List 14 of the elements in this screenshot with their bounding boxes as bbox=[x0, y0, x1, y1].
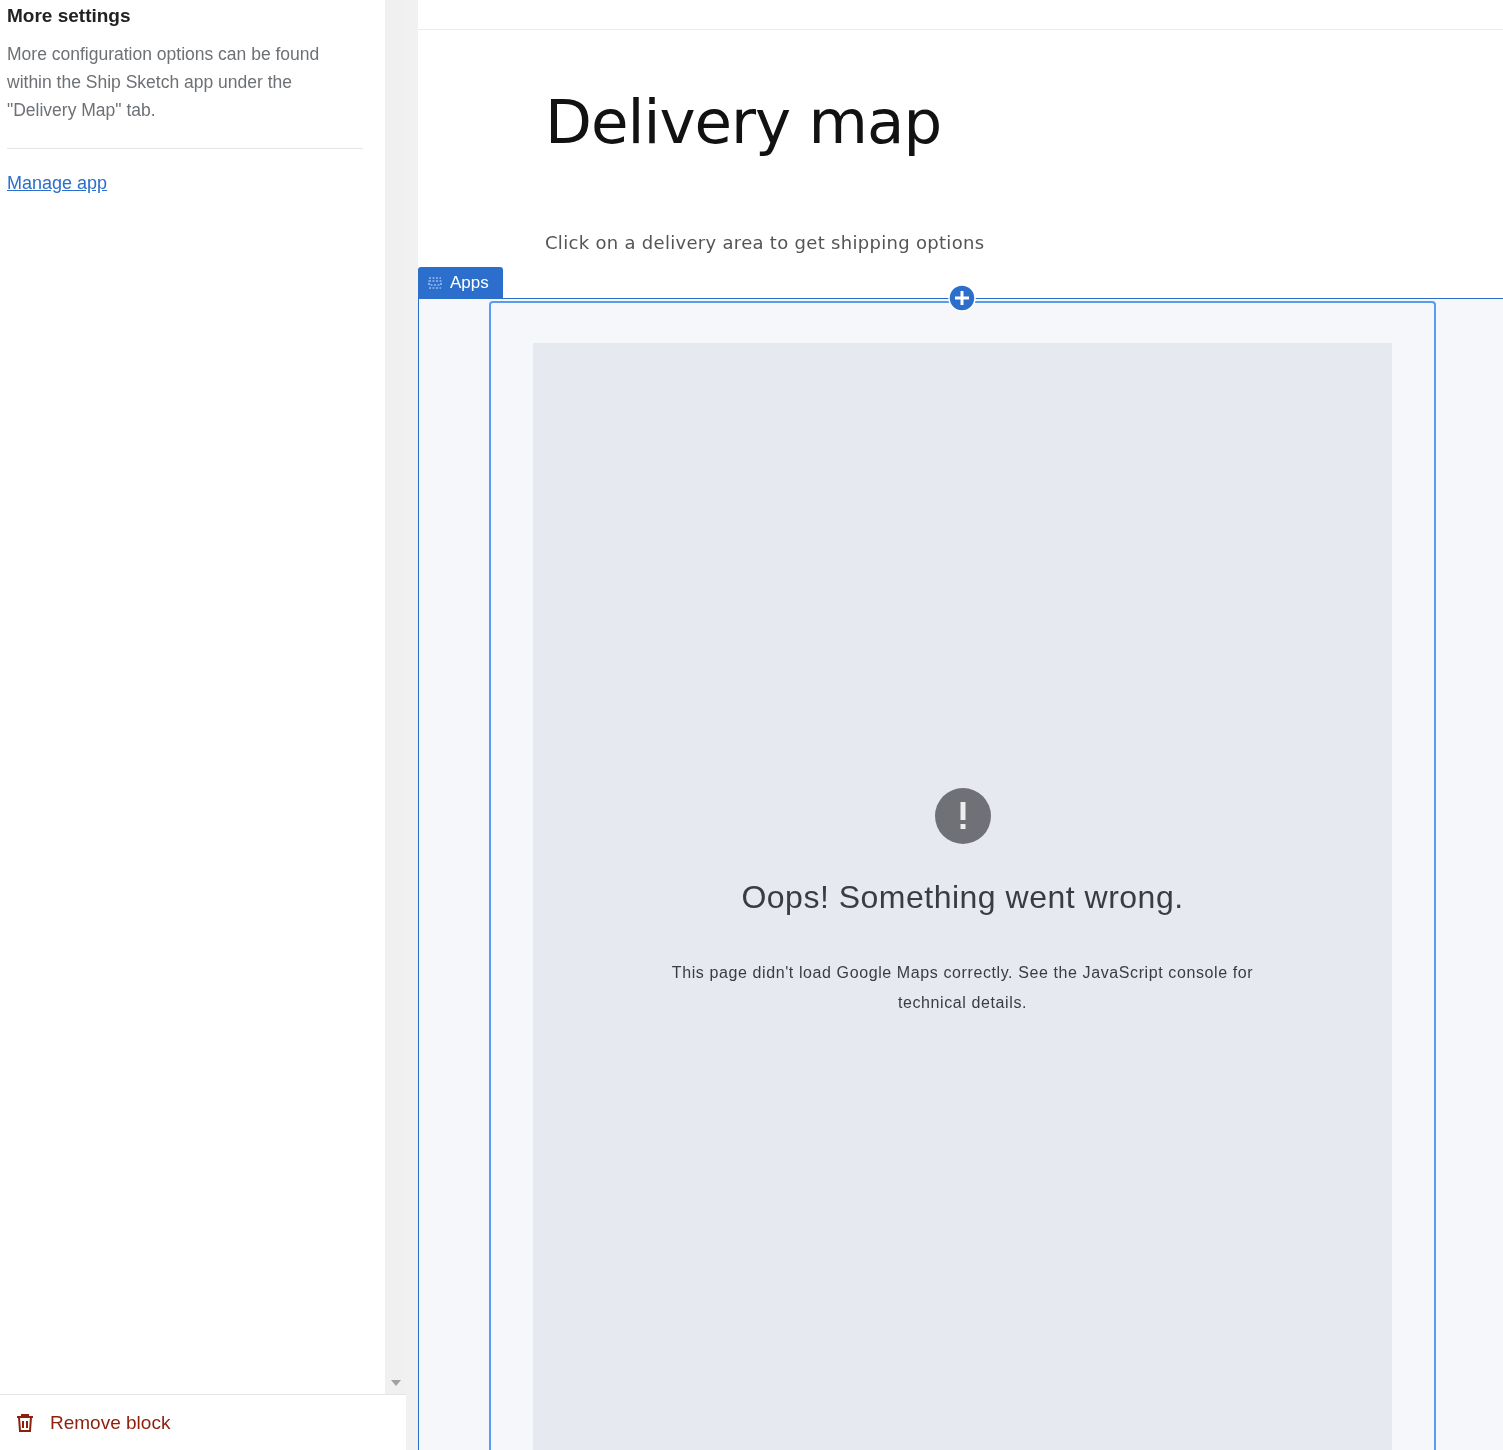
scrollbar[interactable] bbox=[385, 0, 406, 1394]
page-title: Delivery map bbox=[545, 85, 943, 159]
description-text: More configuration options can be found within the Ship Sketch app under the "Delivery Map" tab. bbox=[7, 43, 321, 122]
manage-app-link[interactable]: Manage app bbox=[7, 173, 108, 193]
page-subtitle: Click on a delivery area to get shipping options bbox=[545, 232, 986, 253]
scroll-down-icon[interactable] bbox=[390, 1380, 401, 1386]
error-heading: Oops! Something went wrong. bbox=[741, 879, 1184, 916]
error-message: This page didn't load Google Maps correctly. See the JavaScript console for technical details. bbox=[670, 963, 1255, 1013]
add-icon[interactable] bbox=[948, 284, 976, 312]
apps-tab[interactable]: Apps bbox=[418, 267, 503, 298]
block-icon bbox=[428, 276, 442, 289]
alert-icon bbox=[933, 787, 992, 845]
section-title: More settings bbox=[7, 4, 132, 28]
trash-icon bbox=[16, 1412, 34, 1433]
